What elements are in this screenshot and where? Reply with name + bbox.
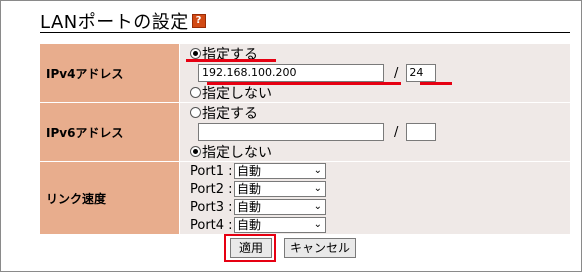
page-title-text: LANポートの設定: [40, 12, 189, 33]
port4-line: Port4 : 自動 ⌄: [190, 216, 570, 234]
port2-line: Port2 : 自動 ⌄: [190, 180, 570, 198]
chevron-down-icon: ⌄: [313, 183, 322, 194]
port3-line: Port3 : 自動 ⌄: [190, 198, 570, 216]
port2-speed-select[interactable]: 自動 ⌄: [234, 181, 326, 197]
ipv6-address-line: /: [190, 122, 570, 142]
ipv6-specify-label: 指定する: [202, 105, 258, 122]
settings-table: IPv4アドレス 指定する 192.168.100.200 / 24 指定しない…: [40, 44, 570, 235]
ipv4-value-cell: 指定する 192.168.100.200 / 24 指定しない: [180, 44, 570, 103]
ipv6-address-input[interactable]: [198, 123, 384, 141]
highlight-underline-specify: [186, 59, 276, 62]
link-speed-cell: Port1 : 自動 ⌄ Port2 : 自動 ⌄ Port3 : 自動 ⌄ P…: [180, 162, 570, 235]
ipv6-none-label: 指定しない: [202, 144, 272, 161]
ipv6-specify-option[interactable]: 指定する: [190, 103, 570, 122]
port3-speed-value: 自動: [237, 200, 262, 214]
cancel-button[interactable]: キャンセル: [284, 238, 356, 258]
port4-label: Port4 :: [190, 217, 233, 233]
ipv4-none-label: 指定しない: [202, 85, 272, 102]
ipv6-value-cell: 指定する / 指定しない: [180, 103, 570, 162]
ipv4-specify-radio[interactable]: [190, 48, 201, 59]
chevron-down-icon: ⌄: [313, 219, 322, 230]
ipv4-none-radio[interactable]: [190, 87, 201, 98]
ipv6-separator: /: [394, 124, 399, 140]
highlight-underline-address: [207, 82, 401, 85]
highlight-underline-prefix: [420, 82, 452, 85]
link-speed-label: リンク速度: [40, 162, 180, 235]
ipv4-none-option[interactable]: 指定しない: [190, 83, 570, 102]
page-title: LANポートの設定 ?: [40, 8, 206, 34]
ipv6-none-radio[interactable]: [190, 146, 201, 157]
title-divider: [40, 32, 570, 33]
port3-speed-select[interactable]: 自動 ⌄: [234, 199, 326, 215]
port1-speed-select[interactable]: 自動 ⌄: [234, 163, 326, 179]
port1-speed-value: 自動: [237, 164, 262, 178]
ipv6-none-option[interactable]: 指定しない: [190, 142, 570, 161]
ipv4-prefix-input[interactable]: 24: [406, 64, 437, 82]
chevron-down-icon: ⌄: [313, 201, 322, 212]
ipv6-prefix-input[interactable]: [406, 123, 437, 141]
port3-label: Port3 :: [190, 199, 233, 215]
ipv6-specify-radio[interactable]: [190, 107, 201, 118]
ipv6-row: IPv6アドレス 指定する / 指定しない: [40, 103, 570, 162]
link-speed-row: リンク速度 Port1 : 自動 ⌄ Port2 : 自動 ⌄ Port3 : …: [40, 162, 570, 235]
chevron-down-icon: ⌄: [313, 165, 322, 176]
help-icon[interactable]: ?: [191, 14, 206, 28]
ipv4-label: IPv4アドレス: [40, 44, 180, 103]
ipv6-label: IPv6アドレス: [40, 103, 180, 162]
apply-button[interactable]: 適用: [230, 238, 272, 258]
port4-speed-select[interactable]: 自動 ⌄: [234, 217, 326, 233]
ipv4-address-line: 192.168.100.200 / 24: [190, 63, 570, 83]
port2-label: Port2 :: [190, 181, 233, 197]
port1-line: Port1 : 自動 ⌄: [190, 162, 570, 180]
port4-speed-value: 自動: [237, 218, 262, 232]
ipv4-row: IPv4アドレス 指定する 192.168.100.200 / 24 指定しない: [40, 44, 570, 103]
ipv4-address-input[interactable]: 192.168.100.200: [198, 64, 384, 82]
port1-label: Port1 :: [190, 163, 233, 179]
port2-speed-value: 自動: [237, 182, 262, 196]
ipv4-separator: /: [394, 65, 399, 81]
